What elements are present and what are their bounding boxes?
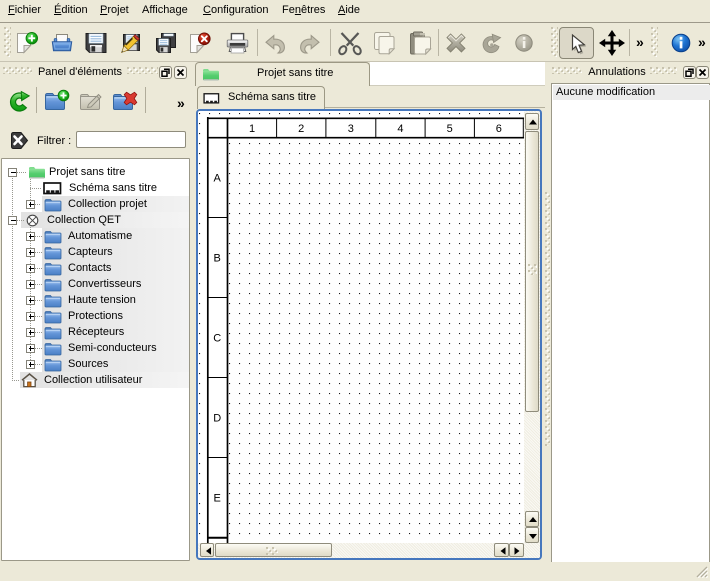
- svg-text:B: B: [214, 253, 221, 265]
- svg-text:6: 6: [496, 123, 502, 135]
- svg-text:4: 4: [397, 123, 403, 135]
- svg-text:3: 3: [348, 123, 354, 135]
- svg-text:2: 2: [298, 123, 304, 135]
- svg-text:1: 1: [249, 123, 255, 135]
- svg-text:D: D: [213, 413, 221, 425]
- svg-text:5: 5: [447, 123, 453, 135]
- svg-text:C: C: [213, 333, 221, 345]
- svg-text:A: A: [214, 173, 222, 185]
- svg-text:E: E: [214, 493, 221, 505]
